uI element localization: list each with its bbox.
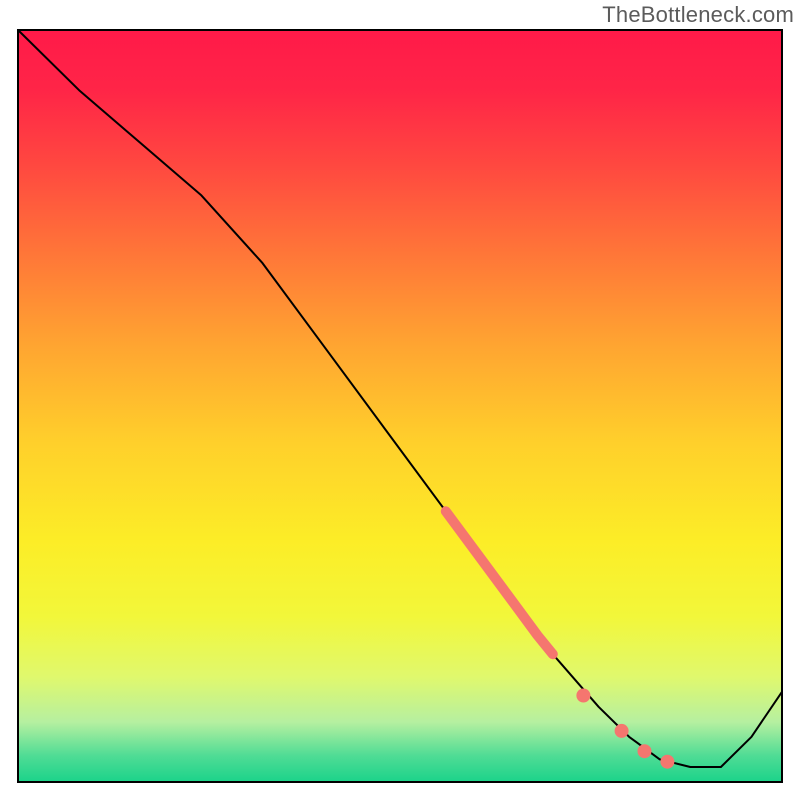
point-highlight-points-3 xyxy=(660,755,674,769)
point-highlight-points-2 xyxy=(638,744,652,758)
plot-background xyxy=(18,30,782,782)
chart-container: TheBottleneck.com xyxy=(0,0,800,800)
point-highlight-points-1 xyxy=(615,724,629,738)
chart-svg xyxy=(0,0,800,800)
point-highlight-points-0 xyxy=(576,689,590,703)
watermark-text: TheBottleneck.com xyxy=(602,2,794,28)
